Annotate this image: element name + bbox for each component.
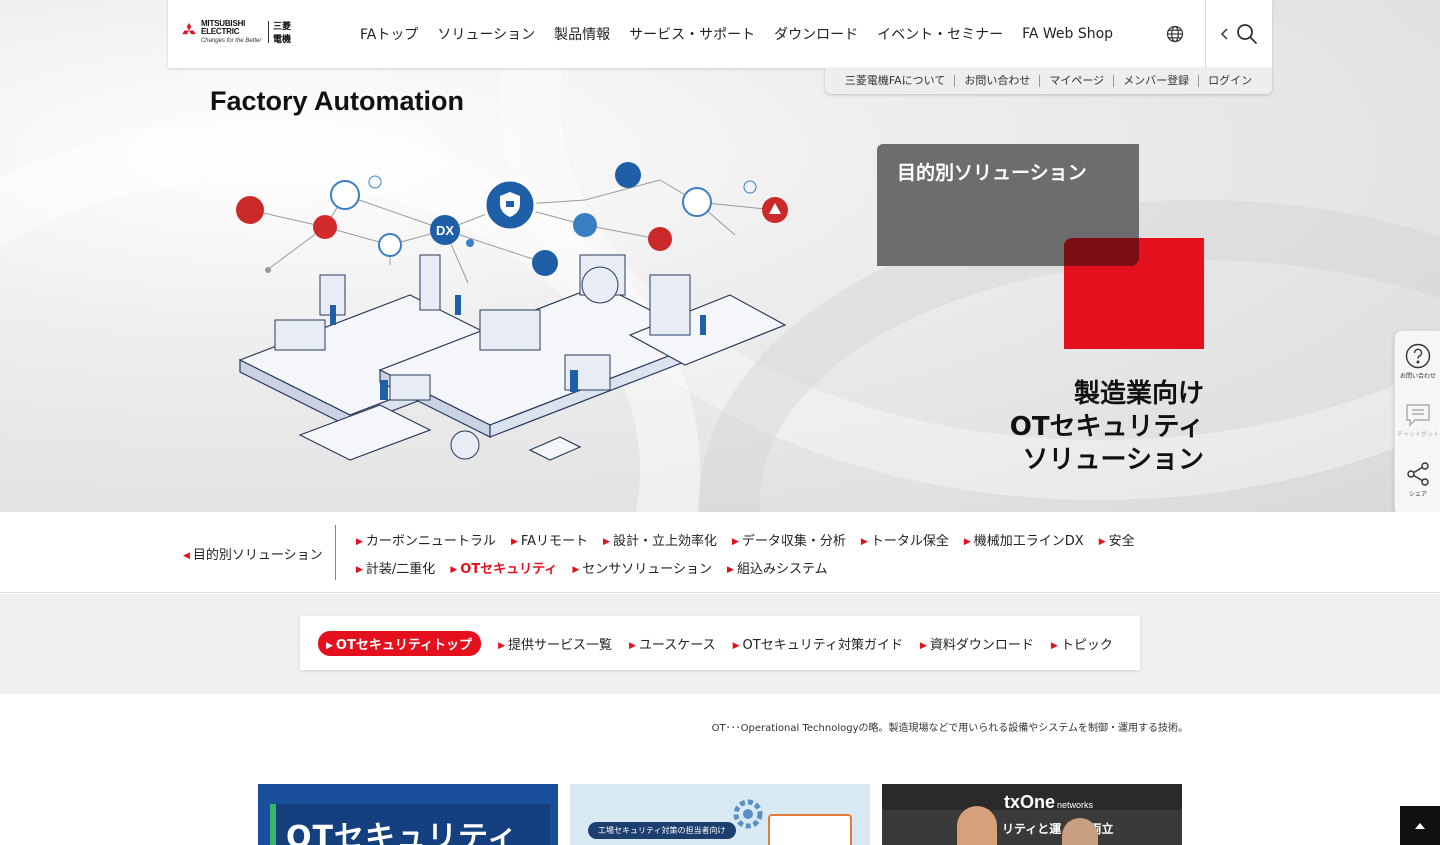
tab-use-cases[interactable]: ▶ ユースケース [629,634,716,653]
category-row-1: ▶ カーボンニュートラル ▶ FAリモート ▶ 設計・立上効率化 ▶ データ収集・分析 … [356,530,1150,549]
utility-contact[interactable]: お問い合わせ [955,75,1041,87]
chevron-right-icon: ▶ [450,565,458,575]
back-to-solutions-label: 目的別ソリューション [192,548,323,563]
side-chatbot-label: チャットボット [1397,431,1439,438]
global-header: MITSUBISHI ELECTRIC Changes for the Bett… [168,0,1272,68]
category-carbon-neutral[interactable]: ▶ カーボンニュートラル [356,530,496,549]
utility-register[interactable]: メンバー登録 [1114,75,1200,87]
category-embedded[interactable]: ▶ 組込みシステム [727,558,828,577]
mitsubishi-logo[interactable]: MITSUBISHI ELECTRIC Changes for the Bett… [180,16,300,48]
chevron-right-icon: ▶ [510,537,518,547]
chevron-right-icon: ▶ [326,640,333,651]
category-row-2: ▶ 計装/二重化 ▶ OTセキュリティ ▶ センサソリューション ▶ 組込みシステム [356,558,843,577]
category-instrumentation[interactable]: ▶ 計装/二重化 [356,558,435,577]
side-share-label: シェア [1408,491,1427,498]
chevron-right-icon: ▶ [498,640,505,651]
chevron-right-icon: ▶ [963,537,971,547]
security-guide-card[interactable]: 工場セキュリティ対策の担当者向け [570,784,870,845]
factory-security-illustration: DX [236,162,788,461]
floating-side-menu: お問い合わせ チャットボット シェア [1394,330,1440,516]
hero-headline-line1: 製造業向け [1073,379,1204,409]
solution-category-label: 目的別ソリューション [897,162,1087,184]
header-icons [1155,0,1272,68]
nav-download[interactable]: ダウンロード [774,24,858,44]
utility-mypage[interactable]: マイページ [1040,75,1115,87]
side-chatbot-button[interactable]: チャットボット [1395,403,1440,439]
tab-guide[interactable]: ▶ OTセキュリティ対策ガイド [733,634,903,653]
chevron-right-icon: ▶ [919,640,927,651]
side-share-button[interactable]: シェア [1395,461,1440,499]
tab-ot-security-top[interactable]: ▶ OTセキュリティトップ [318,630,482,656]
tab-services[interactable]: ▶ 提供サービス一覧 [498,634,612,653]
category-design-efficiency[interactable]: ▶ 設計・立上効率化 [603,530,717,549]
chevron-right-icon: ▶ [1098,537,1106,547]
question-circle-icon [1405,343,1431,369]
main-nav: FAトップ ソリューション 製品情報 サービス・サポート ダウンロード イベント… [360,0,1132,68]
chevron-right-icon: ▶ [732,640,740,651]
utility-about[interactable]: 三菱電機FAについて [836,75,956,87]
security-guide-pill: 工場セキュリティ対策の担当者向け [588,822,736,839]
language-button[interactable] [1155,0,1195,68]
tab-downloads[interactable]: ▶ 資料ダウンロード [920,634,1034,653]
ot-security-card[interactable]: OTセキュリティ [258,784,558,845]
nav-fa-top[interactable]: FAトップ [360,24,418,44]
category-fa-remote[interactable]: ▶ FAリモート [511,530,588,549]
category-data-analysis[interactable]: ▶ データ収集・分析 [732,530,846,549]
share-icon [1407,462,1429,486]
hero-headline-line2: OTセキュリティ [1009,412,1204,442]
dx-node-label: DX [436,223,454,238]
three-diamonds-icon [182,23,196,35]
ot-definition-note: OT･･･Operational Technologyの略。製造現場などで用いら… [711,723,1188,734]
chat-icon [1406,404,1430,427]
chevron-right-icon: ▶ [356,565,363,575]
nav-service-support[interactable]: サービス・サポート [629,24,755,44]
chevron-right-icon: ▶ [860,537,868,547]
nav-webshop[interactable]: FA Web Shop [1022,26,1113,42]
logo-jp-name: 三菱電機 [273,22,292,45]
category-sensor[interactable]: ▶ センサソリューション [572,558,712,577]
chevron-right-icon: ▶ [629,640,636,651]
chevron-right-icon: ▶ [731,537,739,547]
txone-logo-text: txOne networks [1004,792,1094,812]
red-accent-overlap [1064,238,1139,266]
chevron-left-icon: ◀ [183,551,190,561]
category-ot-security[interactable]: ▶ OTセキュリティ [450,558,557,577]
chevron-up-icon [1415,822,1425,829]
nav-events[interactable]: イベント・セミナー [877,24,1003,44]
ot-security-tabs: ▶ OTセキュリティトップ ▶ 提供サービス一覧 ▶ ユースケース ▶ OTセキュリティ… [300,616,1140,670]
chevron-right-icon: ▶ [603,537,610,547]
chevron-right-icon: ▶ [356,537,363,547]
nav-solutions[interactable]: ソリューション [437,24,535,44]
hero-headline-line3: ソリューション [1022,445,1204,475]
side-contact-label: お問い合わせ [1399,373,1436,380]
ot-security-card-title: OTセキュリティ [286,820,519,845]
search-button[interactable] [1206,0,1272,68]
tab-topics[interactable]: ▶ トピック [1051,634,1113,653]
page-title: Factory Automation [210,86,465,116]
utility-login[interactable]: ログイン [1199,75,1261,87]
utility-nav: 三菱電機FAについて お問い合わせ マイページ メンバー登録 ログイン [825,68,1272,94]
category-machining-dx[interactable]: ▶ 機械加工ラインDX [964,530,1084,549]
txone-partner-card[interactable]: txOne networks リティと運 性の両立 [882,784,1182,845]
globe-icon [1166,25,1184,43]
solution-category-nav: ◀ 目的別ソリューション ▶ カーボンニュートラル ▶ FAリモート ▶ 設計・立上効率… [0,512,1440,593]
chevron-right-icon: ▶ [572,565,580,575]
chevron-left-icon [1220,28,1228,40]
logo-tagline: Changes for the Better [200,38,262,44]
ot-security-subnav-area: ▶ OTセキュリティトップ ▶ 提供サービス一覧 ▶ ユースケース ▶ OTセキュリティ… [0,594,1440,694]
chevron-right-icon: ▶ [727,565,734,575]
nav-products[interactable]: 製品情報 [554,24,610,44]
category-total-maintenance[interactable]: ▶ トータル保全 [861,530,949,549]
back-to-top-button[interactable] [1400,806,1440,845]
search-icon [1237,24,1258,45]
category-safety[interactable]: ▶ 安全 [1099,530,1135,549]
logo-brand-text: MITSUBISHI ELECTRIC [200,19,246,36]
hero-headline: 製造業向け OTセキュリティ ソリューション [1010,378,1204,477]
side-contact-button[interactable]: お問い合わせ [1395,343,1440,381]
back-to-solutions-link[interactable]: ◀ 目的別ソリューション [183,544,323,563]
chevron-right-icon: ▶ [1050,640,1058,651]
